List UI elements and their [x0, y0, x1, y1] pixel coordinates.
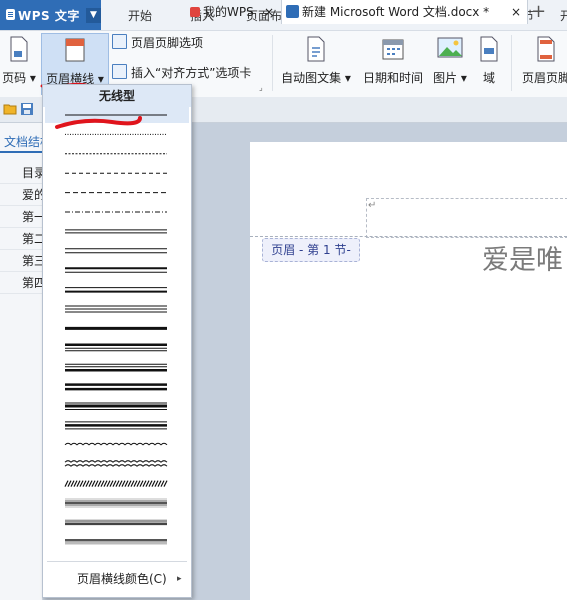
wps-logo-icon	[6, 9, 15, 20]
auto-text-label: 自动图文集 ▾	[281, 71, 351, 85]
line-style-option-thin-thick-thin[interactable]	[65, 421, 167, 430]
tab-partial[interactable]: 开	[556, 0, 567, 30]
chevron-down-icon[interactable]: ▼	[86, 8, 101, 23]
chevron-right-icon: ▸	[177, 574, 182, 584]
line-style-option-thick-double[interactable]	[65, 402, 167, 410]
open-folder-icon[interactable]	[3, 102, 17, 116]
app-menu-button[interactable]: WPS 文字 ▼	[0, 0, 101, 30]
tab-my-wps[interactable]: 我的WPS ×	[190, 0, 280, 24]
nav-item[interactable]: 爱的	[0, 184, 42, 206]
tab-document-label: 新建 Microsoft Word 文档.docx *	[302, 5, 490, 19]
auto-text-button[interactable]: 自动图文集 ▾	[280, 33, 352, 93]
line-style-option-hatched[interactable]	[64, 480, 168, 487]
field-icon	[480, 36, 498, 62]
paragraph-mark: ↵	[368, 200, 377, 211]
header-section-tag: 页眉 - 第 1 节-	[262, 238, 360, 262]
insert-align-tab-button[interactable]: 插入“对齐方式”选项卡	[112, 64, 251, 82]
calendar-icon	[382, 39, 404, 60]
header-line-color-menu[interactable]: 页眉横线颜色(C) ▸	[43, 568, 191, 590]
header-footer-icon	[537, 36, 555, 62]
line-style-option-gradient[interactable]	[65, 498, 167, 508]
nav-item[interactable]: 第一	[0, 206, 42, 228]
nav-item[interactable]: 第四	[0, 272, 42, 294]
nav-item[interactable]: 第二	[0, 228, 42, 250]
header-edit-area[interactable]	[366, 198, 567, 238]
insert-align-tab-label: 插入“对齐方式”选项卡	[131, 66, 252, 80]
line-style-list	[45, 107, 189, 545]
nav-item[interactable]: 目录	[0, 162, 42, 184]
date-time-button[interactable]: 日期和时间	[360, 33, 426, 93]
line-style-option-double-thick[interactable]	[65, 383, 167, 391]
picture-label: 图片 ▾	[433, 71, 467, 85]
header-line-dropdown: 无线型 页眉横线颜色(C) ▸	[42, 84, 192, 598]
line-style-option-engrave[interactable]	[65, 539, 167, 545]
wps-tab-icon	[190, 7, 200, 17]
tab-my-wps-label: 我的WPS	[203, 5, 254, 19]
ribbon-divider	[272, 35, 273, 91]
line-style-option-wave[interactable]	[64, 442, 168, 446]
date-time-label: 日期和时间	[362, 71, 423, 85]
align-tab-icon	[112, 64, 127, 79]
tab-home[interactable]: 开始	[116, 0, 164, 30]
header-line-icon	[65, 38, 85, 62]
header-footer-button[interactable]: 页眉页脚	[518, 33, 567, 93]
line-style-option-double-wave[interactable]	[64, 460, 168, 467]
line-style-option-thin-thick[interactable]	[65, 287, 167, 293]
options-icon	[112, 34, 127, 49]
line-style-option-thin-thin-thick[interactable]	[65, 363, 167, 372]
app-name: WPS 文字	[18, 9, 80, 23]
picture-button[interactable]: 图片 ▾	[430, 33, 470, 93]
field-label: 域	[482, 71, 495, 85]
nav-item[interactable]: 第三	[0, 250, 42, 272]
word-doc-icon	[286, 5, 299, 18]
close-tab-icon[interactable]: ×	[264, 0, 274, 24]
picture-icon	[437, 37, 463, 58]
page-number-label: 页码 ▾	[2, 71, 36, 85]
menu-separator	[47, 561, 187, 562]
header-footer-options-button[interactable]: 页眉页脚选项	[112, 34, 203, 52]
line-style-option-thick-thin-thin[interactable]	[65, 343, 167, 352]
page-number-button[interactable]: 页码 ▾	[0, 33, 38, 93]
line-style-option-emboss[interactable]	[65, 519, 167, 526]
auto-text-icon	[307, 36, 325, 62]
header-line-color-label: 页眉横线颜色(C)	[77, 572, 167, 586]
header-boundary-line	[250, 236, 567, 237]
header-footer-label: 页眉页脚	[521, 71, 567, 85]
header-footer-options-label: 页眉页脚选项	[131, 36, 204, 50]
new-tab-icon[interactable]: +	[531, 0, 547, 24]
close-tab-icon[interactable]: ×	[511, 0, 521, 24]
save-icon[interactable]	[20, 102, 34, 116]
line-style-option-thick-thin[interactable]	[65, 267, 167, 273]
document-map-title[interactable]: 文档结构图	[0, 131, 42, 153]
line-style-option-thin-single[interactable]	[45, 107, 189, 123]
dialog-launcher-icon[interactable]: ⌟	[259, 83, 263, 92]
tab-document[interactable]: 新建 Microsoft Word 文档.docx * ×	[281, 0, 528, 24]
ribbon-divider	[511, 35, 512, 91]
line-style-option-double[interactable]	[65, 248, 167, 254]
page-number-icon	[10, 36, 28, 62]
field-button[interactable]: 域	[474, 33, 504, 93]
line-style-option-double-thin[interactable]	[65, 229, 167, 234]
line-style-option-triple[interactable]	[65, 305, 167, 313]
header-text[interactable]: 爱是唯	[482, 238, 563, 277]
